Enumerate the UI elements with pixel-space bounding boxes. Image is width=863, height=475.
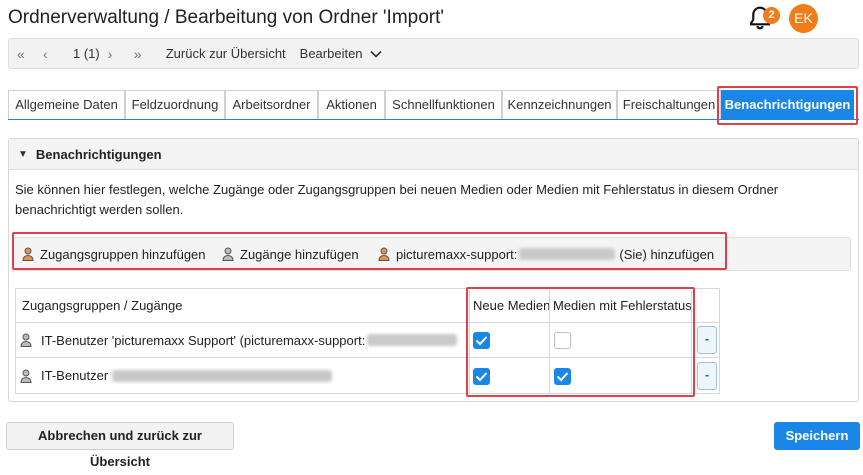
- prev-page-icon[interactable]: ‹: [43, 46, 65, 62]
- toolbar: « ‹ 1 (1) › » Zurück zur Übersicht Bearb…: [8, 38, 859, 69]
- tab-aktionen[interactable]: Aktionen: [318, 90, 385, 119]
- column-header-error-status: Medien mit Fehlerstatus: [553, 298, 691, 313]
- check-icon: [475, 336, 488, 346]
- back-to-overview-link[interactable]: Zurück zur Übersicht: [166, 46, 286, 61]
- column-header-name: Zugangsgruppen / Zugänge: [22, 298, 183, 313]
- save-button[interactable]: Speichern: [774, 422, 860, 450]
- add-toolbar: Zugangsgruppen hinzufügen Zugänge hinzuf…: [13, 237, 851, 271]
- next-page-icon[interactable]: ›: [108, 46, 130, 62]
- add-self-prefix: picturemaxx-support:: [396, 246, 518, 262]
- table-row: IT-Benutzer 'picturemaxx Support' (pictu…: [20, 323, 465, 357]
- cancel-button[interactable]: Abbrechen und zurück zur Übersicht: [6, 422, 234, 469]
- tab-arbeitsordner[interactable]: Arbeitsordner: [225, 90, 318, 119]
- redacted-text: [367, 334, 458, 346]
- tab-schnellfunktionen[interactable]: Schnellfunktionen: [385, 90, 502, 119]
- user-icon: [20, 369, 32, 383]
- row-name: IT-Benutzer: [41, 368, 109, 383]
- add-self-suffix: (Sie) hinzufügen: [619, 246, 715, 262]
- edit-menu-label: Bearbeiten: [299, 46, 363, 61]
- chevron-down-icon: [369, 50, 382, 58]
- row-name: IT-Benutzer 'picturemaxx Support' (pictu…: [41, 332, 366, 348]
- notification-badge: 2: [763, 7, 780, 24]
- edit-menu-button[interactable]: Bearbeiten: [300, 46, 382, 61]
- caret-down-icon: ▼: [18, 148, 28, 160]
- panel-header[interactable]: ▼ Benachrichtigungen: [9, 139, 858, 170]
- first-page-icon[interactable]: «: [17, 46, 39, 62]
- user-self-icon: [378, 247, 390, 261]
- redacted-text: [112, 369, 333, 382]
- add-self-button[interactable]: picturemaxx-support: (Sie) hinzufügen: [378, 238, 714, 270]
- tab-freischaltungen[interactable]: Freischaltungen: [617, 90, 721, 119]
- tab-allgemeine-daten[interactable]: Allgemeine Daten: [8, 90, 125, 119]
- tab-kennzeichnungen[interactable]: Kennzeichnungen: [502, 90, 617, 119]
- checkbox-new-media-row2[interactable]: [473, 368, 490, 385]
- tab-benachrichtigungen[interactable]: Benachrichtigungen: [721, 90, 854, 119]
- check-icon: [556, 372, 569, 382]
- avatar[interactable]: EK: [789, 4, 818, 33]
- panel-description: Sie können hier festlegen, welche Zugäng…: [15, 182, 779, 217]
- check-icon: [475, 372, 488, 382]
- user-group-icon: [22, 247, 34, 261]
- recipients-table: Zugangsgruppen / Zugänge Neue Medien Med…: [15, 288, 720, 394]
- remove-button-row1[interactable]: -: [697, 326, 717, 354]
- user-icon: [222, 247, 234, 261]
- panel-title: Benachrichtigungen: [35, 146, 162, 162]
- page-title: Ordnerverwaltung / Bearbeitung von Ordne…: [8, 7, 445, 28]
- add-access-label: Zugänge hinzufügen: [240, 246, 359, 262]
- page-info: 1 (1): [73, 46, 100, 61]
- add-access-button[interactable]: Zugänge hinzufügen: [222, 238, 359, 270]
- checkbox-error-status-row1[interactable]: [554, 332, 571, 349]
- tab-bar: Allgemeine Daten Feldzuordnung Arbeitsor…: [8, 90, 859, 120]
- checkbox-new-media-row1[interactable]: [473, 332, 490, 349]
- notifications-button[interactable]: 2: [745, 3, 780, 33]
- table-row: IT-Benutzer: [20, 358, 465, 393]
- last-page-icon[interactable]: »: [134, 46, 156, 62]
- redacted-text: [519, 248, 616, 260]
- user-icon: [20, 333, 32, 347]
- tab-feldzuordnung[interactable]: Feldzuordnung: [125, 90, 225, 119]
- add-group-label: Zugangsgruppen hinzufügen: [40, 246, 206, 262]
- checkbox-error-status-row2[interactable]: [554, 368, 571, 385]
- remove-button-row2[interactable]: -: [697, 362, 717, 390]
- add-group-button[interactable]: Zugangsgruppen hinzufügen: [22, 238, 206, 270]
- column-header-new-media: Neue Medien: [473, 298, 549, 313]
